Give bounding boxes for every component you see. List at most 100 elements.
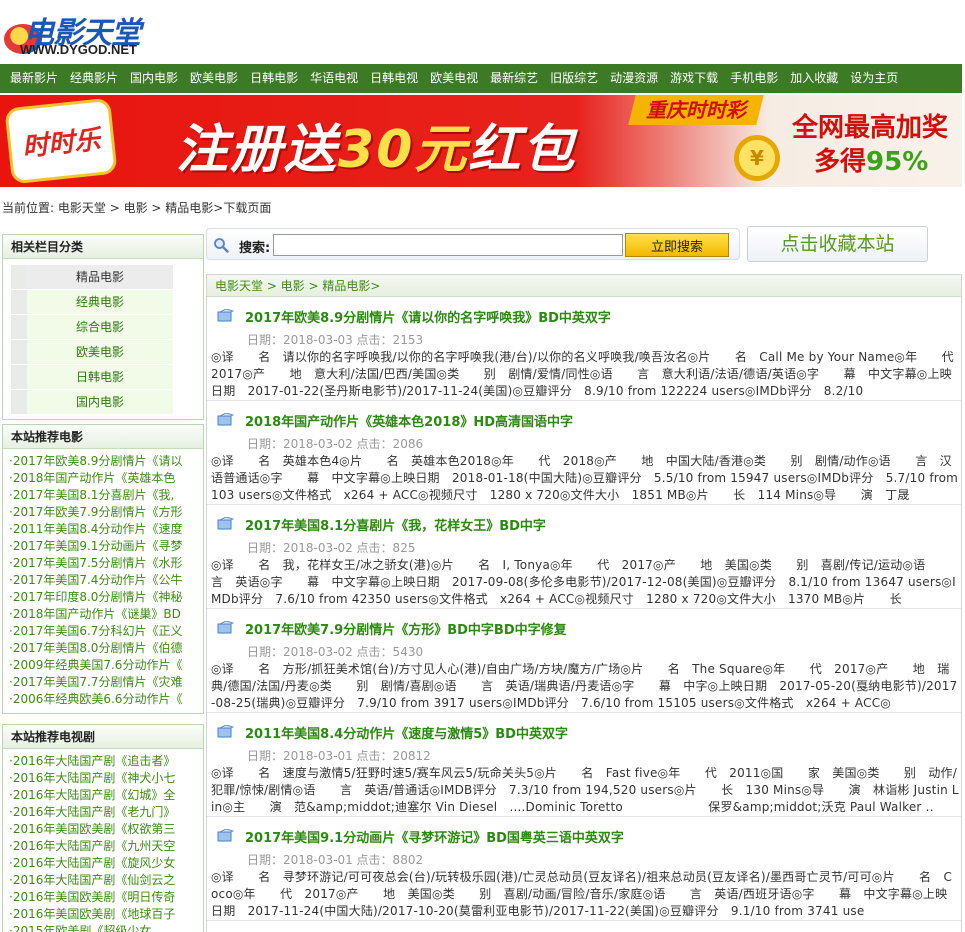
breadcrumb-home[interactable]: 电影天堂 (58, 201, 106, 215)
nav-jk-tv[interactable]: 日韩电视 (364, 64, 424, 93)
list-item: ·2017年欧美8.9分剧情片《请以 (9, 453, 199, 470)
search-button[interactable]: 立即搜索 (625, 233, 729, 257)
rec-tv-link[interactable]: ·2016年大陆国产剧《追击者》 (9, 754, 175, 768)
rec-movie-link[interactable]: ·2017年印度8.0分剧情片《神秘 (9, 590, 182, 604)
list-item: ·2015年欧美剧《超级少女 (9, 923, 199, 932)
rec-tv-link[interactable]: ·2016年大陆国产剧《旋风少女 (9, 856, 175, 870)
list-item: ·2017年印度8.0分剧情片《神秘 (9, 589, 199, 606)
list-item: ·2016年大陆国产剧《幻城》全 (9, 787, 199, 804)
list-breadcrumb[interactable]: 电影天堂 > 电影 > 精品电影> (207, 275, 961, 297)
breadcrumb-prefix: 当前位置: (2, 201, 55, 215)
banner-tag: 重庆时时彩 (628, 95, 764, 125)
rec-tv-link[interactable]: ·2016年美国欧美剧《地球百子 (9, 907, 175, 921)
site-logo[interactable]: 电影天堂 WWW.DYGOD.NET (4, 8, 164, 60)
rec-movie-link[interactable]: ·2006年经典欧美6.6分动作片《 (9, 692, 182, 706)
rec-tv-link[interactable]: ·2016年大陆国产剧《神犬小七 (9, 771, 175, 785)
movie-title-link[interactable]: 2018年国产动作片《英雄本色2018》HD高清国语中字 (245, 411, 573, 430)
movie-title-link[interactable]: 2017年美国8.1分喜剧片《我，花样女王》BD中字 (245, 515, 546, 534)
movie-meta: 日期：2018-03-02 点击：825 (247, 541, 416, 555)
bullet-icon (11, 265, 27, 290)
logo-url: WWW.DYGOD.NET (20, 42, 137, 57)
movie-item: 2017年美国8.1分喜剧片《我，花样女王》BD中字 日期：2018-03-02… (207, 505, 961, 609)
list-item: ·2018年国产动作片《英雄本色 (9, 470, 199, 487)
movie-title-link[interactable]: 2011年美国8.4分动作片《速度与激情5》BD中英双字 (245, 723, 568, 742)
document-icon (217, 829, 235, 842)
lottery-logo: 时时乐 (4, 97, 118, 185)
category-item[interactable]: 欧美电影 (11, 340, 173, 365)
movie-description: ◎译 名 我，花样女王/冰之骄女(港)◎片 名 I, Tonya◎年 代 201… (211, 558, 956, 606)
rec-movie-link[interactable]: ·2017年欧美8.9分剧情片《请以 (9, 454, 182, 468)
list-item: ·2018年国产动作片《谜巢》BD (9, 606, 199, 623)
nav-japan-korea[interactable]: 日韩电影 (244, 64, 304, 93)
search-bar: 搜索: 立即搜索 (206, 228, 740, 260)
list-item: ·2006年经典欧美6.6分动作片《 (9, 691, 199, 708)
nav-domestic[interactable]: 国内电影 (124, 64, 184, 93)
nav-western[interactable]: 欧美电影 (184, 64, 244, 93)
movie-meta: 日期：2018-03-03 点击：2153 (247, 333, 424, 347)
banner-right-line2: 多得95% (814, 141, 928, 178)
rec-tv-link[interactable]: ·2015年欧美剧《超级少女 (9, 924, 151, 932)
category-label: 综合电影 (27, 315, 173, 340)
rec-tv-link[interactable]: ·2016年美国欧美剧《权欲第三 (9, 822, 175, 836)
movie-title-link[interactable]: 2017年欧美7.9分剧情片《方形》BD中字BD中字修复 (245, 619, 567, 638)
nav-western-tv[interactable]: 欧美电视 (424, 64, 484, 93)
document-icon (217, 309, 235, 322)
nav-set-homepage[interactable]: 设为主页 (844, 64, 904, 93)
coin-icon: ¥ (734, 135, 780, 181)
rec-movie-link[interactable]: ·2018年国产动作片《英雄本色 (9, 471, 175, 485)
search-input[interactable] (273, 234, 623, 256)
recommended-tv-panel: 本站推荐电视剧 ·2016年大陆国产剧《追击者》 ·2016年大陆国产剧《神犬小… (2, 724, 204, 932)
list-item: ·2016年美国欧美剧《权欲第三 (9, 821, 199, 838)
bookmark-site-button[interactable]: 点击收藏本站 (747, 226, 928, 262)
category-item[interactable]: 国内电影 (11, 390, 173, 415)
rec-movie-link[interactable]: ·2017年美国9.1分动画片《寻梦 (9, 539, 182, 553)
movie-title-link[interactable]: 2017年欧美8.9分剧情片《请以你的名字呼唤我》BD中英双字 (245, 307, 611, 326)
movie-item: 2018年国产动作片《英雄本色2018》HD高清国语中字 日期：2018-03-… (207, 401, 961, 505)
banner-headline-amount: 30元 (338, 120, 469, 180)
rec-tv-link[interactable]: ·2016年大陆国产剧《九州天空 (9, 839, 175, 853)
ad-banner[interactable]: 时时乐 注册送30元红包 重庆时时彩 ¥ 全网最高加奖 多得95% (0, 95, 962, 187)
category-item[interactable]: 精品电影 (11, 265, 173, 290)
rec-movie-link[interactable]: ·2017年美国8.1分喜剧片《我, (9, 488, 174, 502)
rec-tv-link[interactable]: ·2016年美国欧美剧《明日传奇 (9, 890, 175, 904)
breadcrumb-sep: > (147, 201, 166, 215)
nav-classic[interactable]: 经典影片 (64, 64, 124, 93)
site-header: 电影天堂 WWW.DYGOD.NET (0, 0, 965, 64)
rec-movie-link[interactable]: ·2017年美国8.0分剧情片《伯德 (9, 641, 182, 655)
rec-movie-link[interactable]: ·2017年欧美7.9分剧情片《方形 (9, 505, 182, 519)
category-item[interactable]: 日韩电影 (11, 365, 173, 390)
list-item: ·2017年美国9.1分动画片《寻梦 (9, 538, 199, 555)
nav-add-favorite[interactable]: 加入收藏 (784, 64, 844, 93)
bullet-icon (11, 390, 27, 415)
rec-movie-link[interactable]: ·2009年经典美国7.6分动作片《 (9, 658, 182, 672)
recommended-movies-panel: 本站推荐电影 ·2017年欧美8.9分剧情片《请以 ·2018年国产动作片《英雄… (2, 424, 204, 714)
breadcrumb-section[interactable]: 精品电影 (165, 201, 213, 215)
rec-movie-link[interactable]: ·2017年美国7.4分动作片《公牛 (9, 573, 182, 587)
nav-mobile[interactable]: 手机电影 (724, 64, 784, 93)
rec-tv-link[interactable]: ·2016年大陆国产剧《老九门》 (9, 805, 175, 819)
rec-movie-link[interactable]: ·2017年美国6.7分科幻片《正义 (9, 624, 182, 638)
rec-movie-link[interactable]: ·2017年美国7.7分剧情片《灾难 (9, 675, 182, 689)
category-list: 精品电影 经典电影 综合电影 欧美电影 日韩电影 国内电影 (3, 259, 203, 421)
rec-movie-link[interactable]: ·2011年美国8.4分动作片《速度 (9, 522, 182, 536)
nav-variety[interactable]: 最新综艺 (484, 64, 544, 93)
rec-movie-link[interactable]: ·2018年国产动作片《谜巢》BD (9, 607, 181, 621)
nav-chinese-tv[interactable]: 华语电视 (304, 64, 364, 93)
rec-movie-link[interactable]: ·2017年美国7.5分剧情片《水形 (9, 556, 182, 570)
movie-title-link[interactable]: 2017年美国9.1分动画片《寻梦环游记》BD国粤英三语中英双字 (245, 827, 624, 846)
banner-right-line1: 全网最高加奖 (792, 113, 949, 143)
movie-description: ◎译 名 方形/抓狂美术馆(台)/方寸见人心(港)/自由广场/方块/魔方/广场◎… (211, 662, 958, 710)
category-item[interactable]: 经典电影 (11, 290, 173, 315)
rec-tv-link[interactable]: ·2016年大陆国产剧《幻城》全 (9, 788, 175, 802)
list-item: ·2016年大陆国产剧《九州天空 (9, 838, 199, 855)
breadcrumb-movie[interactable]: 电影 (124, 201, 148, 215)
rec-tv-link[interactable]: ·2016年大陆国产剧《仙剑云之 (9, 873, 175, 887)
category-item[interactable]: 综合电影 (11, 315, 173, 340)
recommended-movies-title: 本站推荐电影 (3, 425, 203, 449)
nav-games[interactable]: 游戏下载 (664, 64, 724, 93)
nav-old-variety[interactable]: 旧版综艺 (544, 64, 604, 93)
nav-anime[interactable]: 动漫资源 (604, 64, 664, 93)
list-item: ·2016年大陆国产剧《仙剑云之 (9, 872, 199, 889)
movie-item: 2017年美国9.1分动画片《寻梦环游记》BD国粤英三语中英双字 日期：2018… (207, 817, 961, 921)
nav-latest[interactable]: 最新影片 (4, 64, 64, 93)
